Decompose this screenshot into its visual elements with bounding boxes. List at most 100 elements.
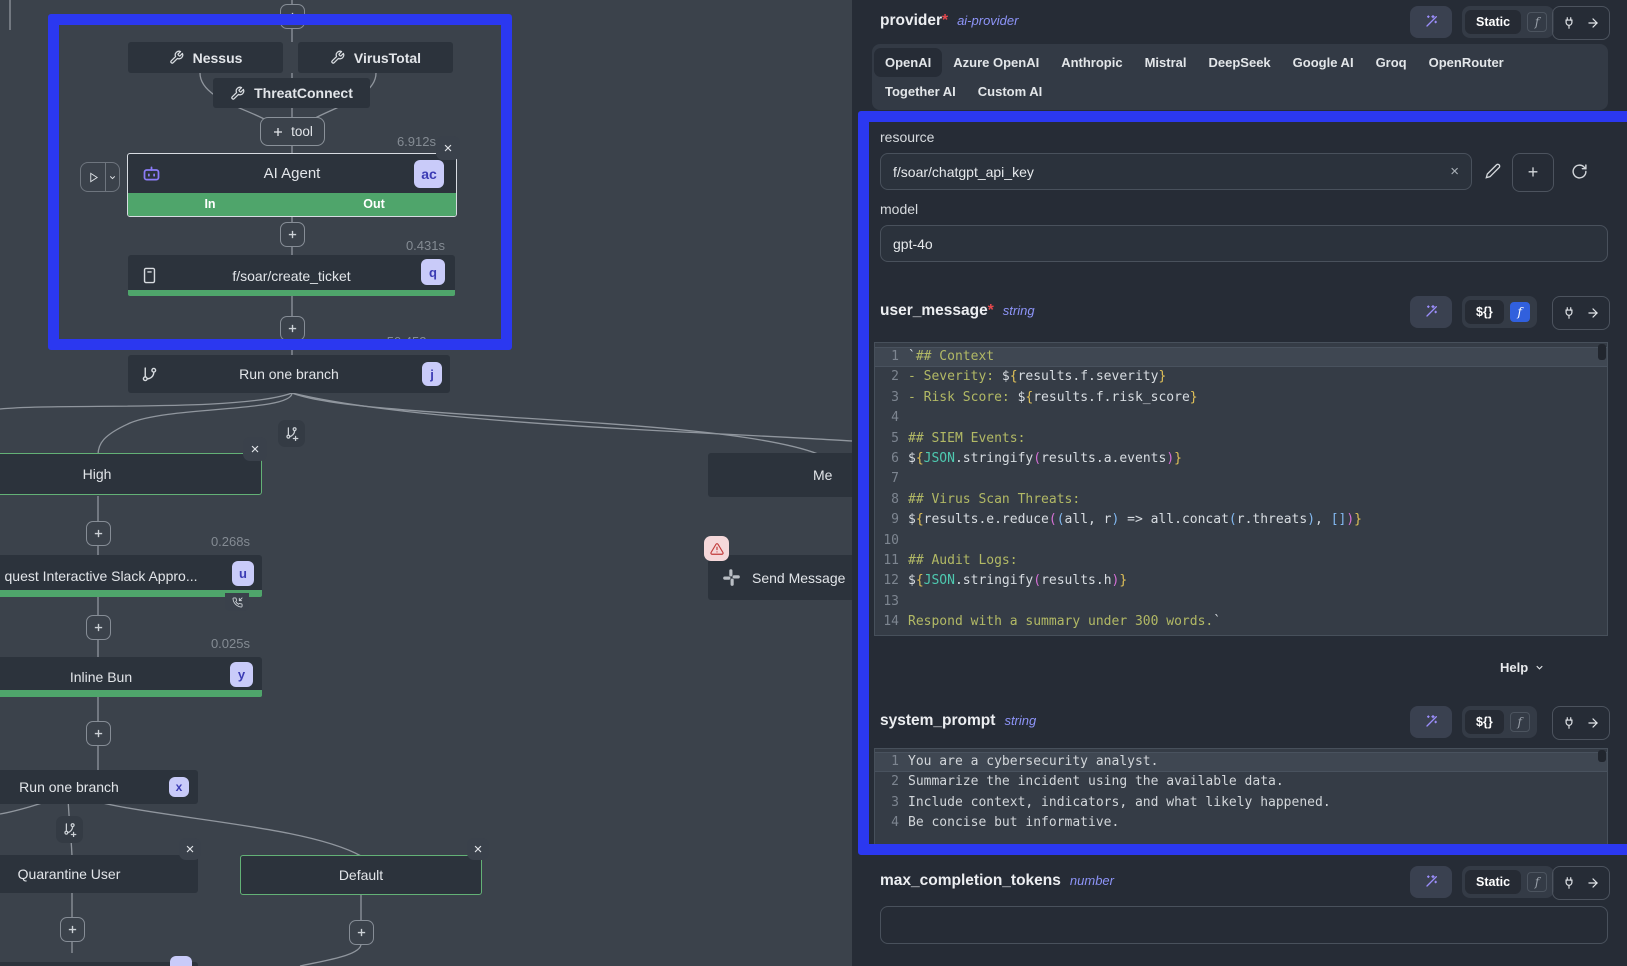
scrollbar-thumb[interactable] [1598, 344, 1606, 360]
agent-in-port[interactable]: In [128, 193, 292, 216]
node-timing: 0.268s [160, 534, 250, 549]
system-prompt-editor[interactable]: 1You are a cybersecurity analyst.2Summar… [874, 748, 1608, 848]
arrow-right-icon[interactable] [1586, 876, 1600, 890]
plug-icon[interactable] [1562, 16, 1576, 30]
node-ai-agent[interactable]: AI Agent ac In Out [127, 153, 457, 217]
add-branch-button[interactable] [278, 420, 305, 447]
code-line: 9${results.e.reduce((all, r) => all.conc… [875, 510, 1607, 530]
max-tokens-mode-toggle[interactable]: Static f [1462, 866, 1554, 898]
phone-incoming-icon[interactable] [225, 593, 249, 611]
node-quarantine-user[interactable]: Quarantine User [0, 855, 198, 893]
node-threatconnect[interactable]: ThreatConnect [213, 78, 370, 108]
plug-icon[interactable] [1562, 876, 1576, 890]
success-bar [0, 590, 262, 597]
close-branch-button[interactable]: × [243, 437, 267, 461]
branch-label: Me [708, 467, 832, 483]
script-icon [141, 266, 158, 285]
provider-tab-custom-ai[interactable]: Custom AI [967, 77, 1054, 106]
max-tokens-input[interactable] [880, 906, 1608, 944]
close-node-button[interactable]: × [436, 136, 460, 160]
connect-group[interactable] [1552, 706, 1610, 740]
provider-tab-azure-openai[interactable]: Azure OpenAI [942, 48, 1050, 77]
provider-tab-openrouter[interactable]: OpenRouter [1418, 48, 1515, 77]
play-icon[interactable] [81, 163, 106, 191]
node-slack-approval[interactable]: quest Interactive Slack Appro... u [0, 555, 262, 597]
add-step-button[interactable] [280, 222, 305, 247]
plug-icon[interactable] [1562, 716, 1576, 730]
branch-medium[interactable]: Me [708, 453, 852, 497]
provider-tab-deepseek[interactable]: DeepSeek [1198, 48, 1282, 77]
code-line: 13 [875, 592, 1607, 612]
provider-tab-openai[interactable]: OpenAI [874, 48, 942, 77]
function-mode-icon[interactable]: f [1510, 302, 1530, 322]
branch-high[interactable]: High [0, 453, 262, 495]
add-step-button[interactable] [280, 316, 305, 341]
user-message-mode-toggle[interactable]: ${} f [1462, 296, 1537, 328]
line-number: 2 [875, 367, 899, 387]
ai-assistant-button[interactable] [1410, 706, 1452, 738]
static-mode-pill[interactable]: Static [1465, 870, 1521, 894]
arrow-right-icon[interactable] [1586, 716, 1600, 730]
ai-assistant-button[interactable] [1410, 296, 1452, 328]
edit-pencil-icon[interactable] [1482, 160, 1504, 182]
magic-wand-icon [1423, 714, 1439, 730]
arrow-right-icon[interactable] [1586, 306, 1600, 320]
node-send-message[interactable]: Send Message [708, 555, 852, 600]
ai-assistant-button[interactable] [1410, 866, 1452, 898]
agent-out-port[interactable]: Out [292, 193, 456, 216]
chevron-down-icon[interactable] [106, 163, 119, 191]
provider-tab-mistral[interactable]: Mistral [1134, 48, 1198, 77]
clear-icon[interactable]: × [1450, 163, 1459, 180]
add-step-button[interactable] [86, 615, 111, 640]
model-input[interactable]: gpt-4o [880, 225, 1608, 262]
flow-canvas[interactable]: Nessus VirusTotal ThreatConnect tool 6.9… [0, 0, 852, 966]
node-virustotal[interactable]: VirusTotal [298, 42, 453, 73]
scrollbar-thumb[interactable] [1598, 750, 1606, 762]
function-mode-icon[interactable]: f [1527, 12, 1547, 32]
provider-tab-google-ai[interactable]: Google AI [1282, 48, 1365, 77]
flow-connector-top[interactable] [280, 4, 305, 29]
plus-icon [272, 126, 284, 138]
function-mode-icon[interactable]: f [1527, 872, 1547, 892]
arrow-right-icon[interactable] [1586, 16, 1600, 30]
connect-group[interactable] [1552, 6, 1610, 40]
template-mode-pill[interactable]: ${} [1465, 710, 1504, 734]
connect-group[interactable] [1552, 296, 1610, 330]
node-run-one-branch-1[interactable]: Run one branch j [128, 355, 450, 393]
node-run-one-branch-2[interactable]: Run one branch x [0, 770, 198, 804]
add-step-button[interactable] [86, 721, 111, 746]
error-warning-icon[interactable] [704, 536, 729, 561]
refresh-icon[interactable] [1568, 160, 1590, 182]
static-mode-pill[interactable]: Static [1465, 10, 1521, 34]
function-mode-icon[interactable]: f [1510, 712, 1530, 732]
close-branch-button[interactable]: × [467, 838, 489, 860]
add-step-button[interactable] [86, 521, 111, 546]
node-inline-bun[interactable]: Inline Bun y [0, 657, 262, 697]
add-resource-button[interactable]: + [1512, 153, 1554, 192]
run-node-button[interactable] [80, 162, 120, 192]
field-name: max_completion_tokens [880, 872, 1061, 889]
close-branch-button[interactable]: × [179, 838, 201, 860]
template-mode-pill[interactable]: ${} [1465, 300, 1504, 324]
add-step-button[interactable] [60, 917, 85, 942]
provider-mode-toggle[interactable]: Static f [1462, 6, 1554, 38]
branch-default[interactable]: Default [240, 855, 482, 895]
add-step-button[interactable] [349, 920, 374, 945]
node-create-ticket[interactable]: f/soar/create_ticket q [128, 255, 455, 296]
provider-tab-anthropic[interactable]: Anthropic [1050, 48, 1133, 77]
connect-group[interactable] [1552, 866, 1610, 900]
add-branch-button[interactable] [56, 816, 83, 843]
tool-pill[interactable]: tool [260, 117, 325, 146]
resource-input[interactable]: f/soar/chatgpt_api_key × [880, 153, 1472, 190]
ai-assistant-button[interactable] [1410, 6, 1452, 38]
code-text: You are a cybersecurity analyst. [908, 752, 1158, 772]
system-prompt-mode-toggle[interactable]: ${} f [1462, 706, 1537, 738]
node-partial-bottom[interactable] [0, 962, 198, 966]
provider-tab-together-ai[interactable]: Together AI [874, 77, 967, 106]
provider-tab-groq[interactable]: Groq [1365, 48, 1418, 77]
node-nessus[interactable]: Nessus [128, 42, 283, 73]
node-label: quest Interactive Slack Appro... [5, 568, 198, 584]
help-dropdown[interactable]: Help [1500, 660, 1545, 675]
user-message-editor[interactable]: 1`## Context2- Severity: ${results.f.sev… [874, 342, 1608, 636]
plug-icon[interactable] [1562, 306, 1576, 320]
